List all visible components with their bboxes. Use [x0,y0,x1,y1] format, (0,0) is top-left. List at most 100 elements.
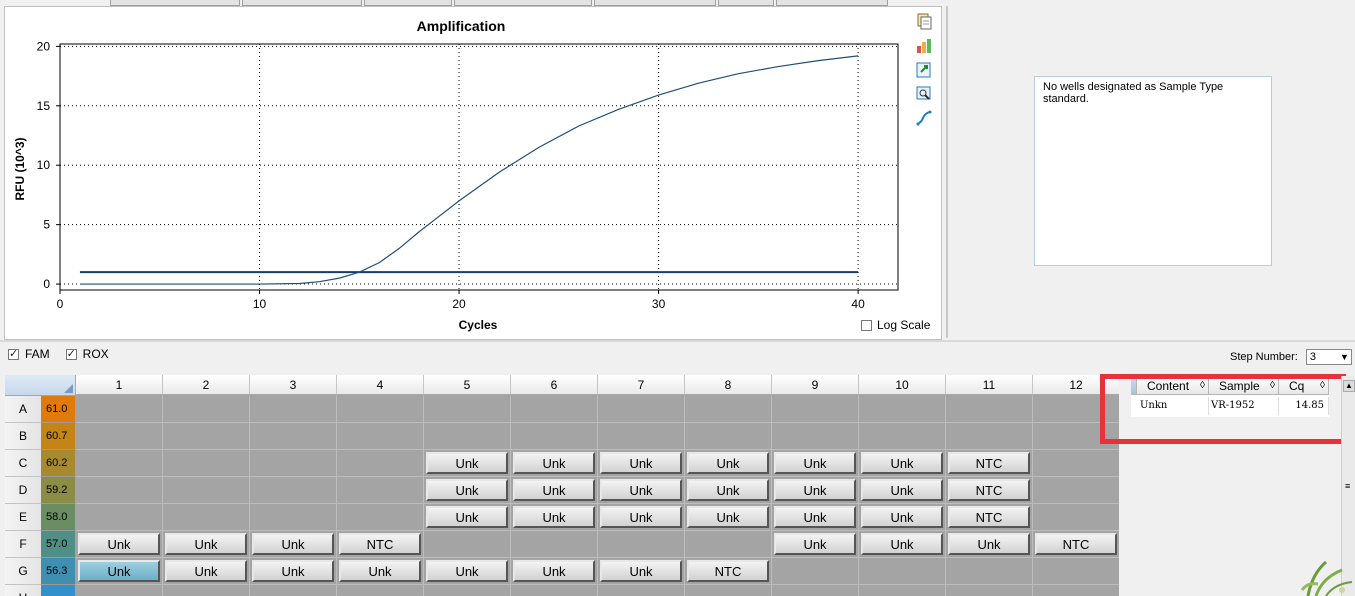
well-sample-type[interactable]: Unk [687,479,769,501]
well-H5[interactable] [424,585,511,596]
well-E9[interactable]: Unk [772,504,859,531]
well-C12[interactable] [1033,450,1119,477]
well-F6[interactable] [511,531,598,558]
well-A1[interactable] [76,396,163,423]
well-B9[interactable] [772,423,859,450]
log-scale-toggle[interactable]: Log Scale [861,318,930,332]
well-B8[interactable] [685,423,772,450]
well-F12[interactable]: NTC [1033,531,1119,558]
row-header-E[interactable]: E [5,504,41,531]
well-F7[interactable] [598,531,685,558]
well-E4[interactable] [337,504,424,531]
row-header-H[interactable]: H [5,585,41,596]
well-sample-type[interactable]: Unk [513,479,595,501]
well-sample-type[interactable]: Unk [600,479,682,501]
well-H9[interactable] [772,585,859,596]
well-H10[interactable] [859,585,946,596]
fam-checkbox[interactable] [8,347,19,360]
well-B4[interactable] [337,423,424,450]
plate-select-all[interactable] [5,375,76,395]
panel-separator[interactable] [0,340,1355,342]
well-E5[interactable]: Unk [424,504,511,531]
well-sample-type[interactable]: Unk [513,506,595,528]
column-header-6[interactable]: 6 [511,375,598,395]
copy-icon[interactable] [915,13,935,31]
well-sample-type[interactable]: Unk [165,533,247,555]
well-A2[interactable] [163,396,250,423]
well-G6[interactable]: Unk [511,558,598,585]
well-C3[interactable] [250,450,337,477]
well-A5[interactable] [424,396,511,423]
well-G7[interactable]: Unk [598,558,685,585]
well-sample-type[interactable]: Unk [426,479,508,501]
well-D7[interactable]: Unk [598,477,685,504]
export-icon[interactable] [915,61,935,79]
well-D12[interactable] [1033,477,1119,504]
well-sample-type[interactable]: Unk [774,506,856,528]
dye-fam[interactable]: FAM [8,347,50,361]
log-scale-checkbox[interactable] [861,319,872,331]
curve-icon[interactable] [915,109,935,127]
column-header-10[interactable]: 10 [859,375,946,395]
well-B1[interactable] [76,423,163,450]
column-header-9[interactable]: 9 [772,375,859,395]
well-sample-type[interactable]: Unk [165,560,247,582]
well-sample-type[interactable]: Unk [600,506,682,528]
well-E8[interactable]: Unk [685,504,772,531]
well-sample-type[interactable]: Unk [513,452,595,474]
well-sample-type[interactable]: Unk [600,560,682,582]
well-D5[interactable]: Unk [424,477,511,504]
well-sample-type[interactable]: NTC [687,560,769,582]
well-A10[interactable] [859,396,946,423]
well-D4[interactable] [337,477,424,504]
well-A6[interactable] [511,396,598,423]
well-sample-type[interactable]: Unk [513,560,595,582]
well-H2[interactable] [163,585,250,596]
column-header-3[interactable]: 3 [250,375,337,395]
chart-settings-icon[interactable] [915,37,935,55]
well-G11[interactable] [946,558,1033,585]
row-header-C[interactable]: C [5,450,41,477]
well-B3[interactable] [250,423,337,450]
well-C5[interactable]: Unk [424,450,511,477]
well-sample-type[interactable]: Unk [426,452,508,474]
well-F10[interactable]: Unk [859,531,946,558]
well-A8[interactable] [685,396,772,423]
well-sample-type[interactable]: Unk [861,506,943,528]
well-C8[interactable]: Unk [685,450,772,477]
well-D3[interactable] [250,477,337,504]
well-sample-type[interactable]: NTC [948,506,1030,528]
well-sample-type[interactable]: Unk [78,533,160,555]
well-B11[interactable] [946,423,1033,450]
well-C6[interactable]: Unk [511,450,598,477]
well-F3[interactable]: Unk [250,531,337,558]
step-number-select[interactable]: 3 ▼ [1305,349,1352,365]
scroll-up-button[interactable]: ▲ [1343,380,1355,392]
well-sample-type[interactable]: Unk [252,560,334,582]
well-B7[interactable] [598,423,685,450]
well-sample-type[interactable]: Unk [861,479,943,501]
well-G9[interactable] [772,558,859,585]
well-sample-type[interactable]: Unk [426,506,508,528]
well-H4[interactable] [337,585,424,596]
well-E1[interactable] [76,504,163,531]
well-B10[interactable] [859,423,946,450]
well-sample-type[interactable]: Unk [774,533,856,555]
well-sample-type[interactable]: Unk [339,560,421,582]
well-E3[interactable] [250,504,337,531]
well-G8[interactable]: NTC [685,558,772,585]
well-sample-type[interactable]: Unk [687,452,769,474]
well-E12[interactable] [1033,504,1119,531]
well-E11[interactable]: NTC [946,504,1033,531]
well-C11[interactable]: NTC [946,450,1033,477]
well-D9[interactable]: Unk [772,477,859,504]
well-A7[interactable] [598,396,685,423]
well-F5[interactable] [424,531,511,558]
well-sample-type[interactable]: Unk [948,533,1030,555]
column-header-8[interactable]: 8 [685,375,772,395]
row-header-F[interactable]: F [5,531,41,558]
well-H11[interactable] [946,585,1033,596]
well-F1[interactable]: Unk [76,531,163,558]
well-F11[interactable]: Unk [946,531,1033,558]
well-E7[interactable]: Unk [598,504,685,531]
